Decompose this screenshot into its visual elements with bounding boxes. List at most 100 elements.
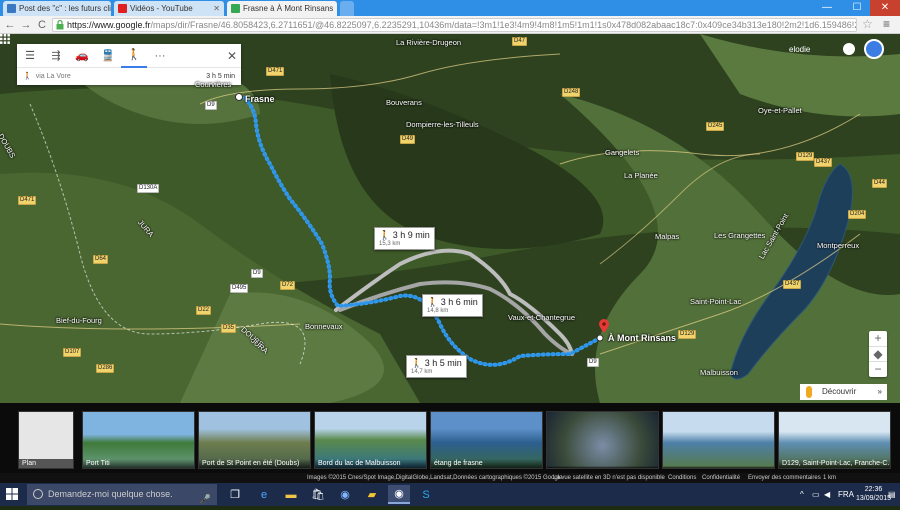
thumb-caption [547,466,658,468]
language-indicator[interactable]: FRA [838,483,854,506]
reload-button[interactable]: C [35,17,49,33]
walk-icon[interactable]: 🚶 [121,44,147,68]
scale-label: 1 km [823,473,836,483]
discover-button[interactable]: Découvrir » [800,384,887,400]
route-duration: 3 h 5 min [206,73,235,80]
browser-tab-strip: Post des "c" : les futurs cli ✕ Vidéos -… [0,0,900,16]
folder-icon[interactable]: ▰ [361,485,383,504]
thumb-caption: Port de St Point en été (Doubs) [199,459,310,468]
forward-button[interactable]: → [19,17,33,33]
transit-icon[interactable]: 🚆 [95,44,121,68]
car-icon[interactable]: 🚗 [69,44,95,68]
satellite-map[interactable]: ☰ ⇶ 🚗 🚆 🚶 ··· ✕ 🚶 via La Vore 3 h 5 min … [0,34,900,403]
bookmark-star-icon[interactable]: ☆ [862,17,873,31]
browser-menu-icon[interactable]: ≡ [883,17,890,31]
route-time: 3 h 5 min [425,358,462,368]
notifications-icon[interactable] [843,43,855,55]
cortana-search-box[interactable]: Demandez-moi quelque chose. 🎤 [27,484,217,505]
file-explorer-icon[interactable]: ▬ [280,485,302,504]
maps-favicon [231,4,240,13]
tab-label: Frasne à À Mont Rinsans [243,4,333,13]
photo-thumbnail[interactable] [662,411,775,469]
route-time: 3 h 9 min [393,230,430,240]
feedback-link[interactable]: Envoyer des commentaires [748,473,821,483]
route-callout-1[interactable]: 🚶 3 h 9 min 15,3 km [374,227,435,250]
photo-thumbnail[interactable] [546,411,659,469]
back-button[interactable]: ← [3,17,17,33]
account-name[interactable]: elodie [789,45,810,54]
place-frasne: Frasne [245,94,275,104]
address-bar: ← → C https://www.google.fr/maps/dir/Fra… [0,16,900,34]
place-label: Bouverans [386,98,422,107]
best-route-icon[interactable]: ⇶ [43,44,69,68]
route-callout-2[interactable]: 🚶 3 h 6 min 14,8 km [422,294,483,317]
close-directions-button[interactable]: ✕ [227,49,237,63]
tab-close-icon[interactable]: ✕ [333,4,337,13]
plan-thumbnail[interactable]: Plan [18,411,74,469]
photo-thumbnail[interactable]: Port de St Point en été (Doubs) [198,411,311,469]
more-icon[interactable]: ··· [147,44,173,68]
discover-label: Découvrir [822,387,856,396]
route-via: via La Vore [36,73,71,80]
hamburger-icon[interactable]: ☰ [17,44,43,68]
tab-post[interactable]: Post des "c" : les futurs cli ✕ [3,1,111,16]
taskbar-clock[interactable]: 22:36 13/09/2015 [856,485,891,503]
new-tab-button[interactable] [340,1,354,16]
maximize-button[interactable]: ☐ [842,0,872,16]
tab-label: Post des "c" : les futurs cli [19,4,111,13]
destination-pin-icon[interactable] [599,319,609,333]
photo-thumbnail[interactable]: Bord du lac de Malbuisson [314,411,427,469]
road-shield: D495 [230,284,248,293]
thumb-caption [663,466,774,468]
road-shield: D9 [251,269,263,278]
road-shield: D129 [796,152,814,161]
avatar[interactable] [864,39,884,59]
tab-youtube[interactable]: Vidéos - YouTube ✕ [114,1,224,16]
minimize-button[interactable]: — [812,0,842,16]
pegman-icon[interactable] [806,386,812,398]
satellite-notice: La vue satellite en 3D n'est pas disponi… [553,473,665,483]
apps-grid-icon[interactable] [0,34,10,44]
tab-maps[interactable]: Frasne à À Mont Rinsans ✕ [227,1,337,16]
task-view-icon[interactable]: ❐ [224,485,246,504]
photo-thumbnail[interactable]: Port Titi [82,411,195,469]
compass-icon[interactable]: ◆ [869,346,887,361]
route-callout-3[interactable]: 🚶 3 h 5 min 14,7 km [406,355,467,378]
terms-link[interactable]: Conditions [668,473,696,483]
road-shield: D44 [872,179,887,188]
microphone-icon[interactable]: 🎤 [200,489,211,510]
privacy-link[interactable]: Confidentialité [702,473,740,483]
road-shield: D64 [93,255,108,264]
url-input[interactable]: https://www.google.fr/maps/dir/Frasne/46… [52,18,857,32]
close-window-button[interactable]: ✕ [870,0,900,16]
url-host: https://www.google.fr [67,20,151,30]
photo-thumbnail[interactable]: étang de frasne [430,411,543,469]
steam-icon[interactable]: ◉ [334,485,356,504]
road-shield: D437 [783,280,801,289]
tray-chevron-icon[interactable]: ^ [800,483,804,506]
place-label: Bief-du-Fourg [56,316,102,325]
windows-start-icon[interactable] [6,488,18,500]
directions-panel: ☰ ⇶ 🚗 🚆 🚶 ··· ✕ 🚶 via La Vore 3 h 5 min [17,44,241,85]
walk-small-icon: 🚶 [411,358,422,368]
thumb-caption: Bord du lac de Malbuisson [315,459,426,468]
photo-thumbnail[interactable]: D129, Saint-Point-Lac, Franche-C... [778,411,891,469]
road-shield: D22 [196,306,211,315]
place-label: Les Grangettes [714,231,765,240]
zoom-out-button[interactable]: − [869,361,887,376]
edge-icon[interactable]: e [253,485,275,504]
site-favicon [7,4,16,13]
notifications-center-icon[interactable]: ▤ [888,483,896,506]
tab-close-icon[interactable]: ✕ [210,4,220,13]
destination-label: À Mont Rinsans [608,333,676,343]
store-icon[interactable]: 🛍 [307,485,329,504]
zoom-control: + ◆ − [869,331,887,377]
route-distance: 14,7 km [411,369,462,375]
volume-icon[interactable]: ◀ [824,483,830,506]
network-icon[interactable]: ▭ [812,483,820,506]
skype-icon[interactable]: S [415,485,437,504]
chrome-icon[interactable]: ◉ [388,485,410,504]
road-shield: D47 [512,37,527,46]
zoom-in-button[interactable]: + [869,331,887,346]
place-label: Malbuisson [700,368,738,377]
